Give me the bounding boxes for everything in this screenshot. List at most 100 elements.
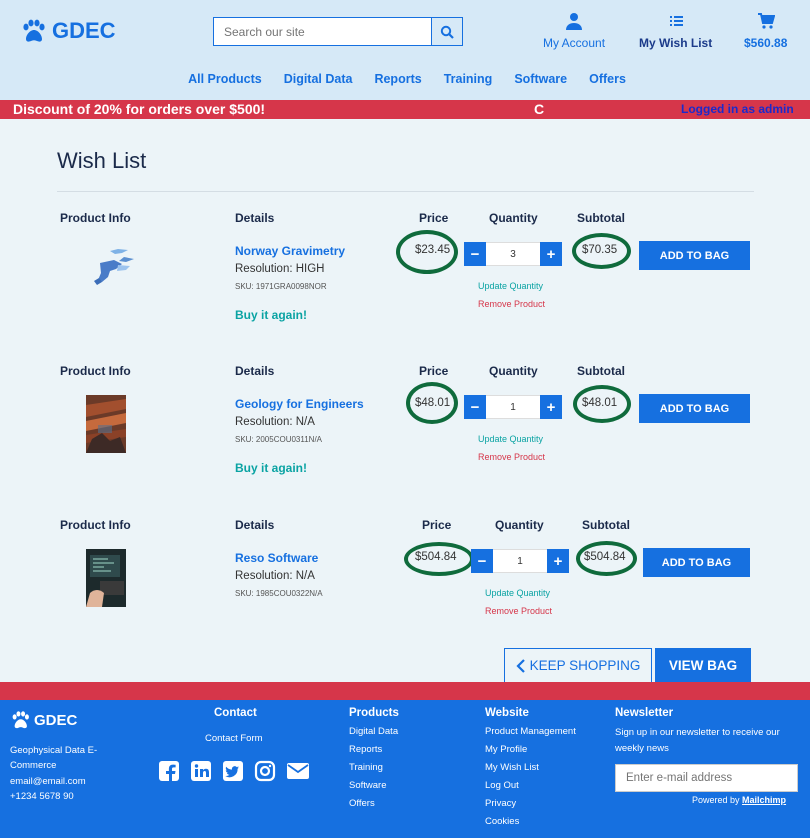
footer-link-my-wish-list[interactable]: My Wish List (485, 762, 576, 780)
main-nav: All Products Digital Data Reports Traini… (0, 72, 810, 86)
remove-product-link[interactable]: Remove Product (478, 452, 545, 462)
nav-all-products[interactable]: All Products (188, 72, 262, 86)
footer-link-cookies[interactable]: Cookies (485, 816, 576, 834)
col-product-info: Product Info (60, 211, 131, 225)
promo-banner: Discount of 20% for orders over $500! C … (0, 100, 810, 119)
footer-link-log-out[interactable]: Log Out (485, 780, 576, 798)
quantity-value[interactable]: 3 (486, 242, 540, 266)
col-price: Price (419, 364, 449, 378)
product-resolution: Resolution: HIGH (235, 263, 325, 275)
newsletter-heading: Newsletter (615, 707, 674, 719)
footer-link-offers[interactable]: Offers (349, 798, 398, 816)
col-details: Details (235, 211, 275, 225)
annotation-circle (404, 542, 474, 576)
brand-logo[interactable]: GDEC (20, 18, 116, 44)
nav-offers[interactable]: Offers (589, 72, 626, 86)
quantity-value[interactable]: 1 (493, 549, 547, 573)
product-thumbnail-norway[interactable] (88, 243, 140, 295)
view-bag-button[interactable]: VIEW BAG (655, 648, 751, 682)
company-name-line1: Geophysical Data E- (10, 745, 98, 756)
increase-quantity-button[interactable]: + (540, 242, 562, 266)
product-name-link[interactable]: Norway Gravimetry (235, 244, 345, 258)
newsletter-email-input[interactable] (615, 764, 798, 792)
col-details: Details (235, 518, 275, 532)
chevron-left-icon (516, 658, 525, 673)
decrease-quantity-button[interactable]: − (471, 549, 493, 573)
my-account-label: My Account (543, 36, 606, 50)
keep-shopping-button[interactable]: KEEP SHOPPING (504, 648, 652, 682)
twitter-icon[interactable] (222, 760, 244, 782)
annotation-circle (406, 382, 458, 424)
update-quantity-link[interactable]: Update Quantity (478, 434, 543, 444)
col-product-info: Product Info (60, 364, 131, 378)
product-sku: SKU: 2005COU0311N/A (235, 435, 323, 444)
add-to-bag-button[interactable]: ADD TO BAG (643, 548, 750, 577)
footer-link-product-management[interactable]: Product Management (485, 726, 576, 744)
newsletter-text-line2: weekly news (615, 743, 669, 754)
instagram-icon[interactable] (254, 760, 276, 782)
newsletter-text-line1: Sign up in our newsletter to receive our (615, 727, 780, 738)
buy-again-link[interactable]: Buy it again! (235, 461, 307, 475)
add-to-bag-button[interactable]: ADD TO BAG (639, 394, 750, 423)
paw-icon (12, 711, 29, 729)
product-thumbnail-geology[interactable] (86, 395, 126, 453)
update-quantity-link[interactable]: Update Quantity (485, 588, 550, 598)
promo-ticker: C (534, 101, 545, 117)
footer-link-my-profile[interactable]: My Profile (485, 744, 576, 762)
footer-logo[interactable]: GDEC (10, 710, 77, 730)
footer-link-training[interactable]: Training (349, 762, 398, 780)
my-account-link[interactable]: My Account (543, 12, 605, 50)
powered-by-label: Powered by (692, 795, 740, 805)
decrease-quantity-button[interactable]: − (464, 395, 486, 419)
footer-link-software[interactable]: Software (349, 780, 398, 798)
logged-in-status[interactable]: Logged in as admin (681, 102, 794, 116)
quantity-stepper: − 3 + (464, 242, 562, 266)
remove-product-link[interactable]: Remove Product (478, 299, 545, 309)
product-resolution: Resolution: N/A (235, 416, 315, 428)
col-price: Price (419, 211, 449, 225)
product-name-link[interactable]: Reso Software (235, 551, 318, 565)
nav-reports[interactable]: Reports (374, 72, 421, 86)
footer-link-reports[interactable]: Reports (349, 744, 398, 762)
footer-link-digital-data[interactable]: Digital Data (349, 726, 398, 744)
cart-link[interactable]: $560.88 (744, 12, 787, 50)
site-footer: GDEC Geophysical Data E- Commerce email@… (0, 700, 810, 838)
remove-product-link[interactable]: Remove Product (485, 606, 552, 616)
col-subtotal: Subtotal (582, 518, 630, 532)
increase-quantity-button[interactable]: + (540, 395, 562, 419)
my-wish-list-label: My Wish List (639, 36, 713, 50)
footer-brand: GDEC (34, 711, 78, 729)
nav-software[interactable]: Software (514, 72, 567, 86)
linkedin-icon[interactable] (190, 760, 212, 782)
quantity-value[interactable]: 1 (486, 395, 540, 419)
facebook-icon[interactable] (158, 760, 180, 782)
decrease-quantity-button[interactable]: − (464, 242, 486, 266)
keep-shopping-label: KEEP SHOPPING (529, 658, 641, 673)
contact-form-link[interactable]: Contact Form (205, 733, 263, 744)
increase-quantity-button[interactable]: + (547, 549, 569, 573)
product-sku: SKU: 1971GRA0098NOR (235, 282, 327, 291)
my-wish-list-link[interactable]: My Wish List (639, 12, 712, 50)
paw-icon (23, 19, 45, 42)
nav-training[interactable]: Training (444, 72, 493, 86)
page-title: Wish List (57, 148, 147, 173)
col-quantity: Quantity (495, 518, 544, 532)
footer-link-privacy[interactable]: Privacy (485, 798, 576, 816)
footer-email[interactable]: email@email.com (10, 776, 86, 787)
product-thumbnail-software[interactable] (86, 549, 126, 607)
brand-name: GDEC (52, 18, 116, 43)
wish-list-item: Product Info Details Price Quantity Subt… (0, 199, 810, 349)
mailchimp-link[interactable]: Mailchimp (742, 795, 786, 805)
search-button[interactable] (431, 18, 462, 45)
envelope-icon[interactable] (286, 760, 310, 782)
add-to-bag-button[interactable]: ADD TO BAG (639, 241, 750, 270)
wish-list-item: Product Info Details Price Quantity Subt… (0, 506, 810, 656)
col-quantity: Quantity (489, 364, 538, 378)
search-input[interactable] (214, 18, 431, 45)
user-icon (566, 13, 583, 30)
quantity-stepper: − 1 + (471, 549, 569, 573)
product-name-link[interactable]: Geology for Engineers (235, 397, 364, 411)
buy-again-link[interactable]: Buy it again! (235, 308, 307, 322)
update-quantity-link[interactable]: Update Quantity (478, 281, 543, 291)
nav-digital-data[interactable]: Digital Data (284, 72, 353, 86)
